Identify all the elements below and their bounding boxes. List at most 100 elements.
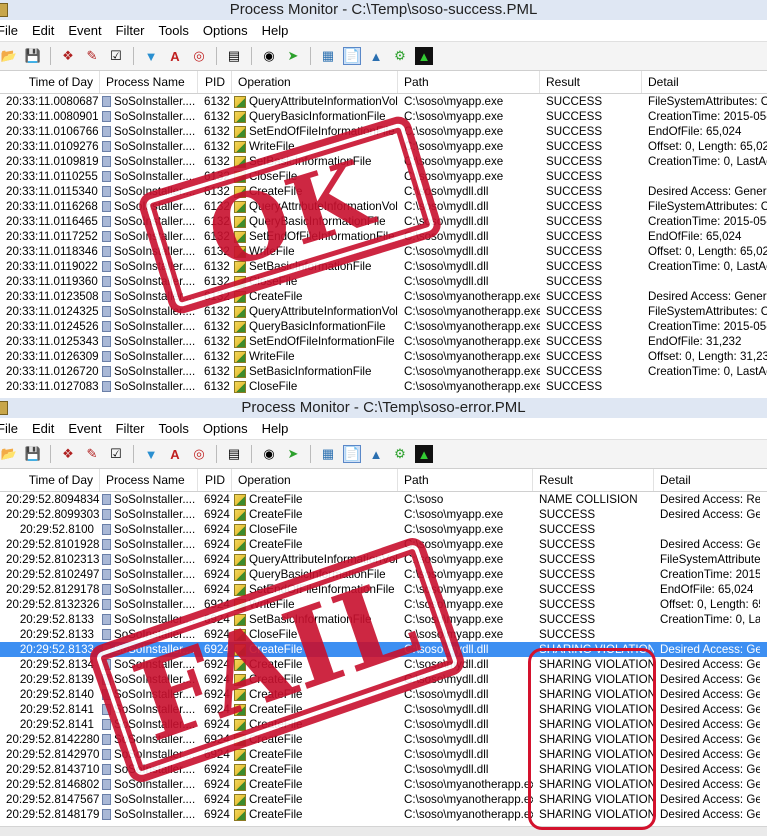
table-row[interactable]: 20:29:52.8134 SoSoInstaller.... 6924 Create… bbox=[0, 657, 767, 672]
table-row[interactable]: 20:29:52.8133 SoSoInstaller.... 6924 SetBas… bbox=[0, 612, 767, 627]
jump-icon[interactable]: ➤ bbox=[284, 445, 302, 463]
table-row[interactable]: 20:33:11.0109819 SoSoInstaller.... 6132 Set… bbox=[0, 154, 767, 169]
target-icon[interactable]: ◎ bbox=[190, 445, 208, 463]
table-row[interactable]: 20:29:52.8147567 SoSoInstaller.... 6924 Cre… bbox=[0, 792, 767, 807]
menu-options[interactable]: Options bbox=[203, 421, 248, 436]
table-row[interactable]: 20:33:11.0125343 SoSoInstaller.... 6132 Set… bbox=[0, 334, 767, 349]
filter-icon[interactable]: ☑ bbox=[107, 47, 125, 65]
header-operation[interactable]: Operation bbox=[232, 71, 398, 93]
filesystem-icon[interactable]: 📄 bbox=[343, 47, 361, 65]
table-row[interactable]: 20:33:11.0106766 SoSoInstaller.... 6132 Set… bbox=[0, 124, 767, 139]
header-pid[interactable]: PID bbox=[198, 71, 232, 93]
table-row[interactable]: 20:29:52.8146802 SoSoInstaller.... 6924 Cre… bbox=[0, 777, 767, 792]
filter-icon[interactable]: ☑ bbox=[107, 445, 125, 463]
funnel-icon[interactable]: ▼ bbox=[142, 47, 160, 65]
header-detail[interactable]: Detail bbox=[642, 71, 767, 93]
menu-options[interactable]: Options bbox=[203, 23, 248, 38]
save-icon[interactable]: 💾 bbox=[24, 445, 42, 463]
profiling-icon[interactable]: ▲ bbox=[415, 47, 433, 65]
table-row[interactable]: 20:29:52.8142280 SoSoInstaller.... 6924 Cre… bbox=[0, 732, 767, 747]
table-row[interactable]: 20:33:11.0126309 SoSoInstaller.... 6132 Wri… bbox=[0, 349, 767, 364]
table-row[interactable]: 20:33:11.0124526 SoSoInstaller.... 6132 Que… bbox=[0, 319, 767, 334]
funnel-icon[interactable]: ▼ bbox=[142, 445, 160, 463]
header-detail[interactable]: Detail bbox=[654, 469, 760, 491]
menu-event[interactable]: Event bbox=[68, 421, 101, 436]
header-process[interactable]: Process Name bbox=[100, 469, 198, 491]
table-row[interactable]: 20:33:11.0116268 SoSoInstaller.... 6132 Que… bbox=[0, 199, 767, 214]
table-row[interactable]: 20:33:11.0119360 SoSoInstaller.... 6132 Clo… bbox=[0, 274, 767, 289]
table-row[interactable]: 20:29:52.8100 SoSoInstaller.... 6924 CloseF… bbox=[0, 522, 767, 537]
table-row[interactable]: 20:29:52.8102497 SoSoInstaller.... 6924 Que… bbox=[0, 567, 767, 582]
menu-filter[interactable]: Filter bbox=[116, 421, 145, 436]
header-operation[interactable]: Operation bbox=[232, 469, 398, 491]
menu-help[interactable]: Help bbox=[262, 421, 289, 436]
table-row[interactable]: 20:29:52.8133 SoSoInstaller.... 6924 Create… bbox=[0, 642, 767, 657]
table-row[interactable]: 20:33:11.0116465 SoSoInstaller.... 6132 Que… bbox=[0, 214, 767, 229]
table-row[interactable]: 20:29:52.8094834 SoSoInstaller.... 6924 Cre… bbox=[0, 492, 767, 507]
table-row[interactable]: 20:33:11.0110255 SoSoInstaller.... 6132 Clo… bbox=[0, 169, 767, 184]
menu-file[interactable]: File bbox=[0, 421, 18, 436]
network-icon[interactable]: ▲ bbox=[367, 47, 385, 65]
table-row[interactable]: 20:33:11.0124325 SoSoInstaller.... 6132 Que… bbox=[0, 304, 767, 319]
find-icon[interactable]: ◉ bbox=[260, 445, 278, 463]
table-row[interactable]: 20:33:11.0117252 SoSoInstaller.... 6132 Set… bbox=[0, 229, 767, 244]
menu-filter[interactable]: Filter bbox=[116, 23, 145, 38]
header-process[interactable]: Process Name bbox=[100, 71, 198, 93]
table-row[interactable]: 20:33:11.0127083 SoSoInstaller.... 6132 Clo… bbox=[0, 379, 767, 394]
table-row[interactable]: 20:29:52.8141 SoSoInstaller.... 6924 Create… bbox=[0, 717, 767, 732]
table-row[interactable]: 20:33:11.0109276 SoSoInstaller.... 6132 Wri… bbox=[0, 139, 767, 154]
process-icon[interactable]: ⚙ bbox=[391, 47, 409, 65]
menu-file[interactable]: File bbox=[0, 23, 18, 38]
header-time[interactable]: Time of Day bbox=[0, 71, 100, 93]
table-row[interactable]: 20:29:52.8099303 SoSoInstaller.... 6924 Cre… bbox=[0, 507, 767, 522]
table-row[interactable]: 20:33:11.0126720 SoSoInstaller.... 6132 Set… bbox=[0, 364, 767, 379]
menu-edit[interactable]: Edit bbox=[32, 421, 54, 436]
table-row[interactable]: 20:33:11.0115340 SoSoInstaller.... 6132 Cre… bbox=[0, 184, 767, 199]
open-icon[interactable]: 📂 bbox=[0, 445, 18, 463]
table-row[interactable]: 20:29:52.8133 SoSoInstaller.... 6924 CloseF… bbox=[0, 627, 767, 642]
menu-edit[interactable]: Edit bbox=[32, 23, 54, 38]
table-row[interactable]: 20:33:11.0119022 SoSoInstaller.... 6132 Set… bbox=[0, 259, 767, 274]
profiling-icon[interactable]: ▲ bbox=[415, 445, 433, 463]
autoscroll-icon[interactable]: ❖ bbox=[59, 445, 77, 463]
menu-tools[interactable]: Tools bbox=[159, 421, 189, 436]
table-row[interactable]: 20:29:52.8101928 SoSoInstaller.... 6924 Cre… bbox=[0, 537, 767, 552]
clear-icon[interactable]: ✎ bbox=[83, 47, 101, 65]
save-icon[interactable]: 💾 bbox=[24, 47, 42, 65]
network-icon[interactable]: ▲ bbox=[367, 445, 385, 463]
table-row[interactable]: 20:33:11.0080901 SoSoInstaller.... 6132 Que… bbox=[0, 109, 767, 124]
properties-icon[interactable]: ▤ bbox=[225, 47, 243, 65]
header-path[interactable]: Path bbox=[398, 469, 533, 491]
highlight-icon[interactable]: A bbox=[166, 47, 184, 65]
process-icon[interactable]: ⚙ bbox=[391, 445, 409, 463]
autoscroll-icon[interactable]: ❖ bbox=[59, 47, 77, 65]
horizontal-scrollbar[interactable] bbox=[0, 826, 767, 836]
table-row[interactable]: 20:29:52.8142970 SoSoInstaller.... 6924 Cre… bbox=[0, 747, 767, 762]
find-icon[interactable]: ◉ bbox=[260, 47, 278, 65]
table-row[interactable]: 20:29:52.8141 SoSoInstaller.... 6924 Create… bbox=[0, 702, 767, 717]
table-row[interactable]: 20:29:52.8102313 SoSoInstaller.... 6924 Que… bbox=[0, 552, 767, 567]
table-row[interactable]: 20:29:52.8129178 SoSoInstaller.... 6924 Set… bbox=[0, 582, 767, 597]
registry-icon[interactable]: ▦ bbox=[319, 445, 337, 463]
table-row[interactable]: 20:33:11.0080687 SoSoInstaller.... 6132 Que… bbox=[0, 94, 767, 109]
table-row[interactable]: 20:29:52.8140 SoSoInstaller.... 6924 Create… bbox=[0, 687, 767, 702]
menu-tools[interactable]: Tools bbox=[159, 23, 189, 38]
table-row[interactable]: 20:29:52.8132326 SoSoInstaller.... 6924 Wri… bbox=[0, 597, 767, 612]
header-result[interactable]: Result bbox=[540, 71, 642, 93]
header-result[interactable]: Result bbox=[533, 469, 654, 491]
table-row[interactable]: 20:29:52.8148179 SoSoInstaller.... 6924 Cre… bbox=[0, 807, 767, 822]
table-row[interactable]: 20:33:11.0123508 SoSoInstaller.... 6132 Cre… bbox=[0, 289, 767, 304]
highlight-icon[interactable]: A bbox=[166, 445, 184, 463]
open-icon[interactable]: 📂 bbox=[0, 47, 18, 65]
filesystem-icon[interactable]: 📄 bbox=[343, 445, 361, 463]
clear-icon[interactable]: ✎ bbox=[83, 445, 101, 463]
properties-icon[interactable]: ▤ bbox=[225, 445, 243, 463]
target-icon[interactable]: ◎ bbox=[190, 47, 208, 65]
header-pid[interactable]: PID bbox=[198, 469, 232, 491]
jump-icon[interactable]: ➤ bbox=[284, 47, 302, 65]
menu-event[interactable]: Event bbox=[68, 23, 101, 38]
menu-help[interactable]: Help bbox=[262, 23, 289, 38]
table-row[interactable]: 20:29:52.8139 SoSoInstaller.... 6924 Create… bbox=[0, 672, 767, 687]
header-path[interactable]: Path bbox=[398, 71, 540, 93]
registry-icon[interactable]: ▦ bbox=[319, 47, 337, 65]
